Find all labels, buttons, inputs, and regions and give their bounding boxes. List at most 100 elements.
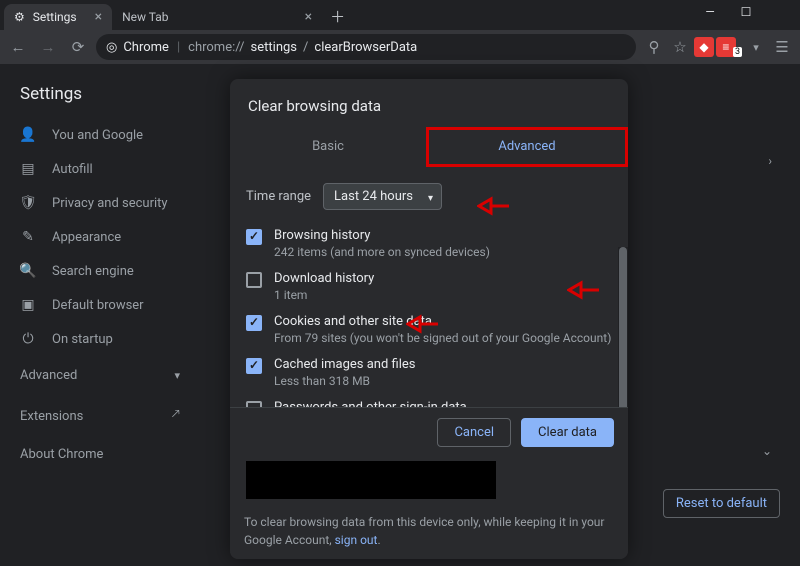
- title-bar: ⚙ Settings × New Tab × ＋ ― ☐: [0, 0, 800, 30]
- option-sub: 242 items (and more on synced devices): [274, 245, 612, 259]
- shield-icon: 🛡: [20, 195, 36, 211]
- url-prefix: Chrome: [123, 40, 169, 55]
- tab-newtab[interactable]: New Tab ×: [112, 4, 322, 30]
- url-scheme: chrome://: [188, 40, 244, 55]
- bookmark-icon[interactable]: ☆: [668, 35, 692, 59]
- option-browsing-history[interactable]: Browsing history 242 items (and more on s…: [244, 222, 614, 265]
- dialog-tab-advanced[interactable]: Advanced: [426, 127, 628, 167]
- checkbox-cache[interactable]: [246, 358, 262, 374]
- sidebar-item-autofill[interactable]: ▤Autofill: [0, 152, 200, 186]
- sidebar-item-search[interactable]: 🔍Search engine: [0, 254, 200, 288]
- sidebar-item-privacy[interactable]: 🛡 Privacy and security: [0, 186, 200, 220]
- dialog-title: Clear browsing data: [230, 79, 628, 127]
- annotation-arrow-icon: [567, 280, 601, 300]
- footer-note: To clear browsing data from this device …: [244, 513, 614, 549]
- maximize-button[interactable]: ☐: [728, 0, 764, 24]
- option-label: Download history: [274, 271, 612, 286]
- bookmarks-menu-icon[interactable]: ☰: [770, 35, 794, 59]
- sidebar-item-label: On startup: [52, 332, 113, 347]
- dialog-footer: Cancel Clear data To clear browsing data…: [230, 407, 628, 559]
- sidebar-advanced-label: Advanced: [20, 368, 77, 383]
- tabs-area: ⚙ Settings × New Tab × ＋: [0, 0, 692, 30]
- gear-icon: ⚙: [14, 10, 25, 24]
- sidebar-extensions[interactable]: Extensions 🡕: [0, 395, 200, 437]
- time-range-select[interactable]: Last 24 hours ▾: [323, 183, 442, 210]
- url-separator: |: [177, 40, 180, 55]
- annotation-arrow-icon: [406, 314, 440, 334]
- footer-text: To clear browsing data from this device …: [244, 515, 604, 547]
- right-icons: ⚲ ☆ ◆ ≡ 3 ▾ ☰: [642, 35, 794, 59]
- sidebar-item-label: Search engine: [52, 264, 134, 279]
- page-title: Settings: [20, 84, 82, 104]
- close-icon[interactable]: ×: [305, 9, 312, 25]
- url-path1: settings: [251, 40, 297, 55]
- chevron-right-icon: ›: [768, 154, 772, 168]
- sidebar-item-label: You and Google: [52, 128, 143, 143]
- sidebar-about-label: About Chrome: [20, 447, 103, 462]
- option-download-history[interactable]: Download history 1 item: [244, 265, 614, 308]
- window-controls: ― ☐: [692, 0, 800, 24]
- url-box[interactable]: ◎ Chrome | chrome://settings/clearBrowse…: [96, 34, 636, 60]
- forward-button[interactable]: →: [36, 35, 60, 59]
- chevron-down-icon: ⌄: [762, 444, 772, 458]
- chevron-down-icon: ▾: [174, 369, 180, 382]
- sign-out-link[interactable]: sign out: [335, 533, 378, 547]
- close-window-button[interactable]: [764, 0, 800, 24]
- dialog-tab-basic[interactable]: Basic: [230, 127, 426, 167]
- tab-label: Settings: [33, 10, 77, 24]
- caret-down-icon: ▾: [428, 193, 433, 204]
- minimize-button[interactable]: ―: [692, 0, 728, 24]
- reset-to-default-button[interactable]: Reset to default: [663, 489, 780, 518]
- sidebar-advanced[interactable]: Advanced ▾: [0, 356, 200, 395]
- new-tab-button[interactable]: ＋: [322, 4, 353, 30]
- time-range-value: Last 24 hours: [334, 189, 413, 204]
- brush-icon: ✎: [20, 229, 36, 245]
- back-button[interactable]: ←: [6, 35, 30, 59]
- sidebar: 👤You and Google ▤Autofill 🛡 Privacy and s…: [0, 118, 200, 472]
- sidebar-item-label: Privacy and security: [52, 196, 168, 211]
- tab-label: New Tab: [122, 10, 168, 24]
- checkbox-download-history[interactable]: [246, 272, 262, 288]
- redacted-block: [246, 461, 496, 499]
- external-link-icon: 🡕: [171, 405, 180, 427]
- checkbox-cookies[interactable]: [246, 315, 262, 331]
- option-label: Cookies and other site data: [274, 314, 612, 329]
- extension-badge: 3: [733, 47, 742, 57]
- sidebar-item-appearance[interactable]: ✎ Appearance: [0, 220, 200, 254]
- address-bar: ← → ⟳ ◎ Chrome | chrome://settings/clear…: [0, 30, 800, 64]
- chrome-icon: ▣: [20, 297, 36, 313]
- sidebar-item-label: Autofill: [52, 162, 93, 177]
- dialog-buttons: Cancel Clear data: [244, 418, 614, 447]
- chrome-icon: ◎: [106, 40, 117, 55]
- sidebar-item-default[interactable]: ▣ Default browser: [0, 288, 200, 322]
- checkbox-browsing-history[interactable]: [246, 229, 262, 245]
- option-sub: From 79 sites (you won't be signed out o…: [274, 331, 612, 345]
- sidebar-item-you[interactable]: 👤You and Google: [0, 118, 200, 152]
- power-icon: ⏻: [20, 331, 36, 347]
- scrollbar-thumb[interactable]: [619, 247, 627, 417]
- tab-settings[interactable]: ⚙ Settings ×: [4, 4, 112, 30]
- time-range-row: Time range Last 24 hours ▾: [244, 177, 614, 222]
- time-range-label: Time range: [246, 189, 311, 204]
- sidebar-extensions-label: Extensions: [20, 409, 83, 424]
- sidebar-item-label: Appearance: [52, 230, 121, 245]
- option-label: Browsing history: [274, 228, 612, 243]
- annotation-arrow-icon: [477, 196, 511, 216]
- cancel-button[interactable]: Cancel: [437, 418, 511, 447]
- extension-icon-3[interactable]: ▾: [744, 35, 768, 59]
- search-icon[interactable]: ⚲: [642, 35, 666, 59]
- sidebar-about[interactable]: About Chrome: [0, 437, 200, 472]
- option-label: Cached images and files: [274, 357, 612, 372]
- url-path2: clearBrowserData: [314, 40, 417, 55]
- reload-button[interactable]: ⟳: [66, 35, 90, 59]
- clear-data-button[interactable]: Clear data: [521, 418, 614, 447]
- option-cache[interactable]: Cached images and filesLess than 318 MB: [244, 351, 614, 394]
- main-area: Settings 👤You and Google ▤Autofill 🛡 Priv…: [0, 64, 800, 566]
- dialog-body: Time range Last 24 hours ▾ Browsing hist…: [230, 167, 628, 439]
- option-sub: 1 item: [274, 288, 612, 302]
- extension-icon-1[interactable]: ◆: [694, 37, 714, 57]
- dialog-tabs: Basic Advanced: [230, 127, 628, 167]
- sidebar-item-label: Default browser: [52, 298, 144, 313]
- close-icon[interactable]: ×: [95, 9, 102, 25]
- sidebar-item-startup[interactable]: ⏻ On startup: [0, 322, 200, 356]
